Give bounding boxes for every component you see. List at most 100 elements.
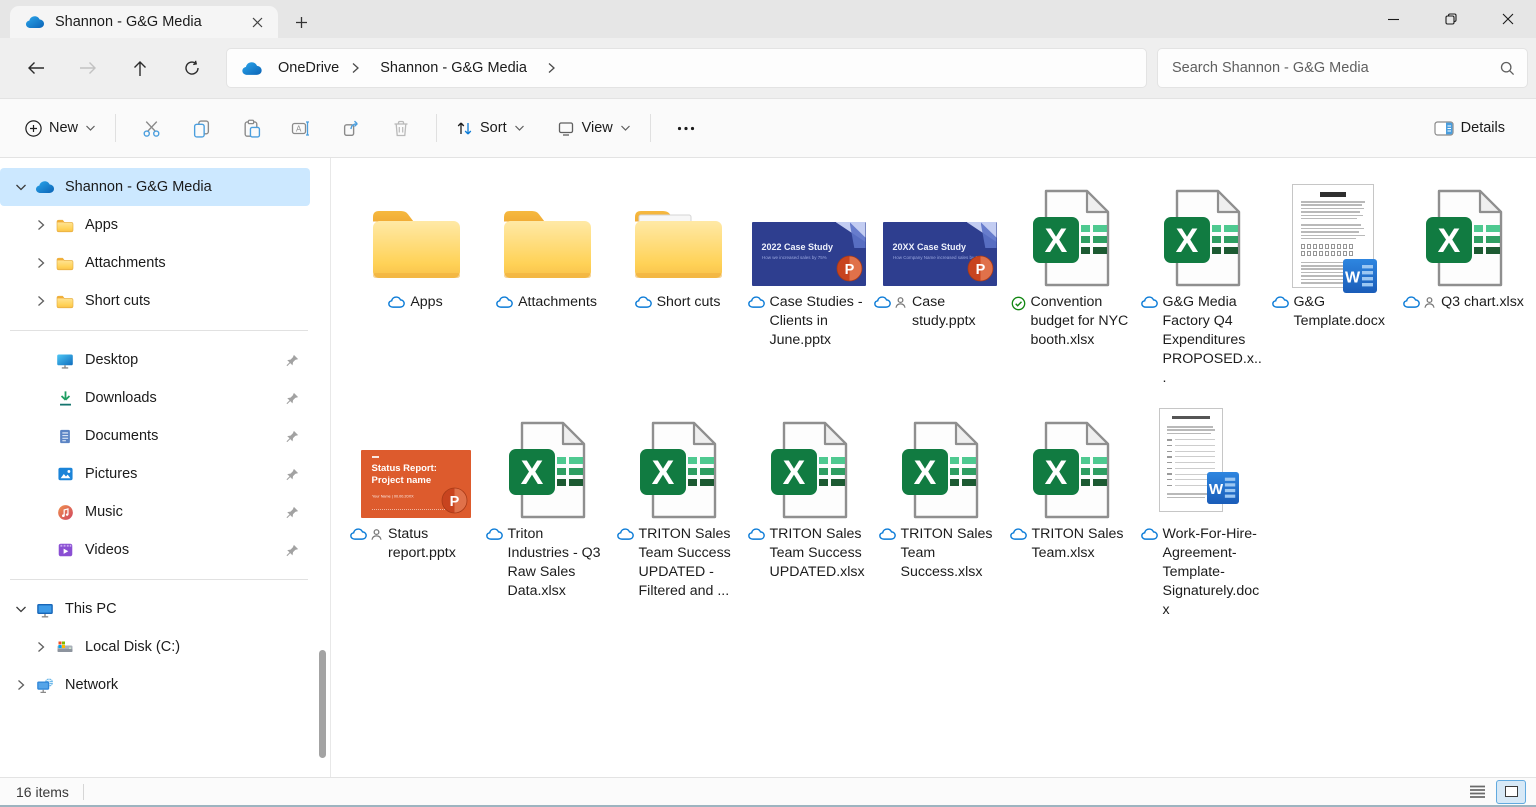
chevron-right-icon[interactable] bbox=[28, 639, 54, 655]
sort-button[interactable]: Sort bbox=[447, 112, 534, 145]
file-tile-case-study-pptx[interactable]: 20XX Case Study How Company Name increase… bbox=[874, 170, 1005, 388]
svg-text:X: X bbox=[1175, 222, 1198, 260]
tab-close-icon[interactable] bbox=[244, 9, 270, 35]
restore-button[interactable] bbox=[1422, 0, 1479, 38]
search-input[interactable] bbox=[1172, 60, 1500, 76]
file-tile-convention-budget-for-nyc-booth-[interactable]: X Convention budget for NYC booth.xlsx bbox=[1005, 170, 1136, 388]
forward-button[interactable] bbox=[62, 48, 114, 88]
slide-title: 20XX Case Study bbox=[892, 242, 967, 252]
downloads-icon bbox=[54, 388, 76, 408]
cloud-status-icon bbox=[878, 528, 896, 540]
file-tile-work-for-hire-agreement-template[interactable]: W Work-For-Hire-Agreement-Template-Signat… bbox=[1136, 402, 1267, 620]
status-icons bbox=[878, 528, 896, 582]
new-tab-button[interactable] bbox=[286, 7, 316, 37]
folder-tile-apps[interactable]: Apps bbox=[350, 170, 481, 388]
breadcrumb-current-folder[interactable]: Shannon - G&G Media bbox=[374, 56, 533, 80]
explorer-tab[interactable]: Shannon - G&G Media bbox=[10, 6, 278, 38]
svg-text:X: X bbox=[520, 454, 543, 492]
sidebar-item-short-cuts[interactable]: Short cuts bbox=[0, 282, 310, 320]
share-button[interactable] bbox=[329, 109, 373, 147]
sidebar-item-downloads[interactable]: Downloads bbox=[0, 379, 310, 417]
sidebar-item-pictures[interactable]: Pictures bbox=[0, 455, 310, 493]
excel-file-icon: X bbox=[1136, 170, 1267, 288]
up-button[interactable] bbox=[114, 48, 166, 88]
powerpoint-slide-thumbnail: Status Report: Project name Your Name | 00… bbox=[360, 450, 471, 518]
sidebar-item-local-disk-c[interactable]: Local Disk (C:) bbox=[0, 628, 310, 666]
powerpoint-slide-thumbnail: 2022 Case Study How we increased sales by… bbox=[751, 222, 866, 286]
copy-button[interactable] bbox=[179, 109, 223, 147]
view-monitor-icon bbox=[557, 120, 575, 137]
item-count: 16 items bbox=[16, 783, 69, 800]
sidebar-item-attachments[interactable]: Attachments bbox=[0, 244, 310, 282]
search-icon[interactable] bbox=[1500, 61, 1515, 76]
file-tile-g-g-media-factory-q4-expenditure[interactable]: X G&G Media Factory Q4 Expenditures PROPO… bbox=[1136, 170, 1267, 388]
large-icons-view-toggle[interactable] bbox=[1496, 779, 1526, 804]
file-label: TRITON Sales Team.xlsx bbox=[1005, 525, 1136, 563]
sidebar-item-shannon-g-g-media[interactable]: Shannon - G&G Media bbox=[0, 168, 310, 206]
file-tile-g-g-template-docx[interactable]: W G&G Template.docx bbox=[1267, 170, 1398, 388]
status-icons bbox=[634, 296, 652, 312]
new-button[interactable]: New bbox=[16, 112, 105, 145]
minimize-button[interactable] bbox=[1365, 0, 1422, 38]
refresh-button[interactable] bbox=[166, 48, 218, 88]
chevron-right-icon[interactable] bbox=[8, 677, 34, 693]
sidebar-item-label: Short cuts bbox=[85, 293, 151, 309]
file-tile-triton-sales-team-success-update[interactable]: X TRITON Sales Team Success UPDATED.xlsx bbox=[743, 402, 874, 620]
chevron-right-icon[interactable] bbox=[28, 217, 54, 233]
sidebar-item-videos[interactable]: Videos bbox=[0, 531, 310, 569]
folder-tile-short-cuts[interactable]: Short cuts bbox=[612, 170, 743, 388]
cloud-status-icon bbox=[1403, 296, 1420, 308]
close-button[interactable] bbox=[1479, 0, 1536, 38]
sidebar-item-apps[interactable]: Apps bbox=[0, 206, 310, 244]
breadcrumb-onedrive[interactable]: OneDrive bbox=[272, 56, 345, 80]
file-label: G&G Media Factory Q4 Expenditures PROPOS… bbox=[1136, 293, 1267, 388]
cut-button[interactable] bbox=[129, 109, 173, 147]
sidebar-item-music[interactable]: Music bbox=[0, 493, 310, 531]
file-name: Case Studies - Clients in June.pptx bbox=[769, 294, 863, 348]
status-icons bbox=[1011, 296, 1026, 350]
chevron-right-icon[interactable] bbox=[28, 293, 54, 309]
sort-arrows-icon bbox=[456, 120, 473, 137]
file-tile-triton-sales-team-success-update[interactable]: X TRITON Sales Team Success UPDATED - Fil… bbox=[612, 402, 743, 620]
folder-icon bbox=[54, 253, 76, 273]
view-button[interactable]: View bbox=[548, 112, 640, 145]
sidebar-scrollbar[interactable] bbox=[319, 650, 326, 758]
plus-circle-icon bbox=[25, 119, 42, 137]
delete-button[interactable] bbox=[379, 109, 423, 147]
more-options-button[interactable] bbox=[664, 109, 708, 147]
chevron-right-icon[interactable] bbox=[547, 62, 556, 74]
pin-icon bbox=[285, 429, 300, 444]
file-tile-triton-sales-team-success-xlsx[interactable]: X TRITON Sales Team Success.xlsx bbox=[874, 402, 1005, 620]
file-name: Triton Industries - Q3 Raw Sales Data.xl… bbox=[507, 526, 601, 599]
music-icon bbox=[54, 502, 76, 522]
folder-tile-attachments[interactable]: Attachments bbox=[481, 170, 612, 388]
chevron-down-icon[interactable] bbox=[8, 179, 34, 195]
sidebar-item-desktop[interactable]: Desktop bbox=[0, 341, 310, 379]
sidebar-item-this-pc[interactable]: This PC bbox=[0, 590, 310, 628]
file-tile-triton-sales-team-xlsx[interactable]: X TRITON Sales Team.xlsx bbox=[1005, 402, 1136, 620]
folder-icon bbox=[350, 170, 481, 288]
back-button[interactable] bbox=[10, 48, 62, 88]
status-icons bbox=[747, 528, 765, 582]
paste-button[interactable] bbox=[229, 109, 273, 147]
file-name: Status report.pptx bbox=[388, 526, 456, 561]
chevron-right-icon[interactable] bbox=[351, 62, 360, 74]
pin-icon bbox=[285, 505, 300, 520]
file-name: G&G Template.docx bbox=[1293, 294, 1385, 329]
file-tile-case-studies-clients-in-june-ppt[interactable]: 2022 Case Study How we increased sales by… bbox=[743, 170, 874, 388]
excel-file-icon: X bbox=[743, 402, 874, 520]
word-document-thumbnail: W bbox=[1291, 184, 1377, 293]
sidebar-item-documents[interactable]: Documents bbox=[0, 417, 310, 455]
file-tile-triton-industries-q3-raw-sales-d[interactable]: X Triton Industries - Q3 Raw Sales Data.x… bbox=[481, 402, 612, 620]
rename-button[interactable]: A bbox=[279, 109, 323, 147]
chevron-right-icon[interactable] bbox=[28, 255, 54, 271]
sidebar-item-label: Music bbox=[85, 504, 123, 520]
svg-text:A: A bbox=[296, 124, 302, 133]
details-view-toggle[interactable] bbox=[1462, 780, 1492, 804]
chevron-down-icon[interactable] bbox=[8, 601, 34, 617]
sidebar-item-network[interactable]: Network bbox=[0, 666, 310, 704]
details-pane-button[interactable]: Details bbox=[1425, 112, 1514, 145]
search-box[interactable] bbox=[1157, 48, 1528, 88]
file-tile-q3-chart-xlsx[interactable]: X Q3 chart.xlsx bbox=[1398, 170, 1529, 388]
file-tile-status-report-pptx[interactable]: Status Report: Project name Your Name | 00… bbox=[350, 402, 481, 620]
